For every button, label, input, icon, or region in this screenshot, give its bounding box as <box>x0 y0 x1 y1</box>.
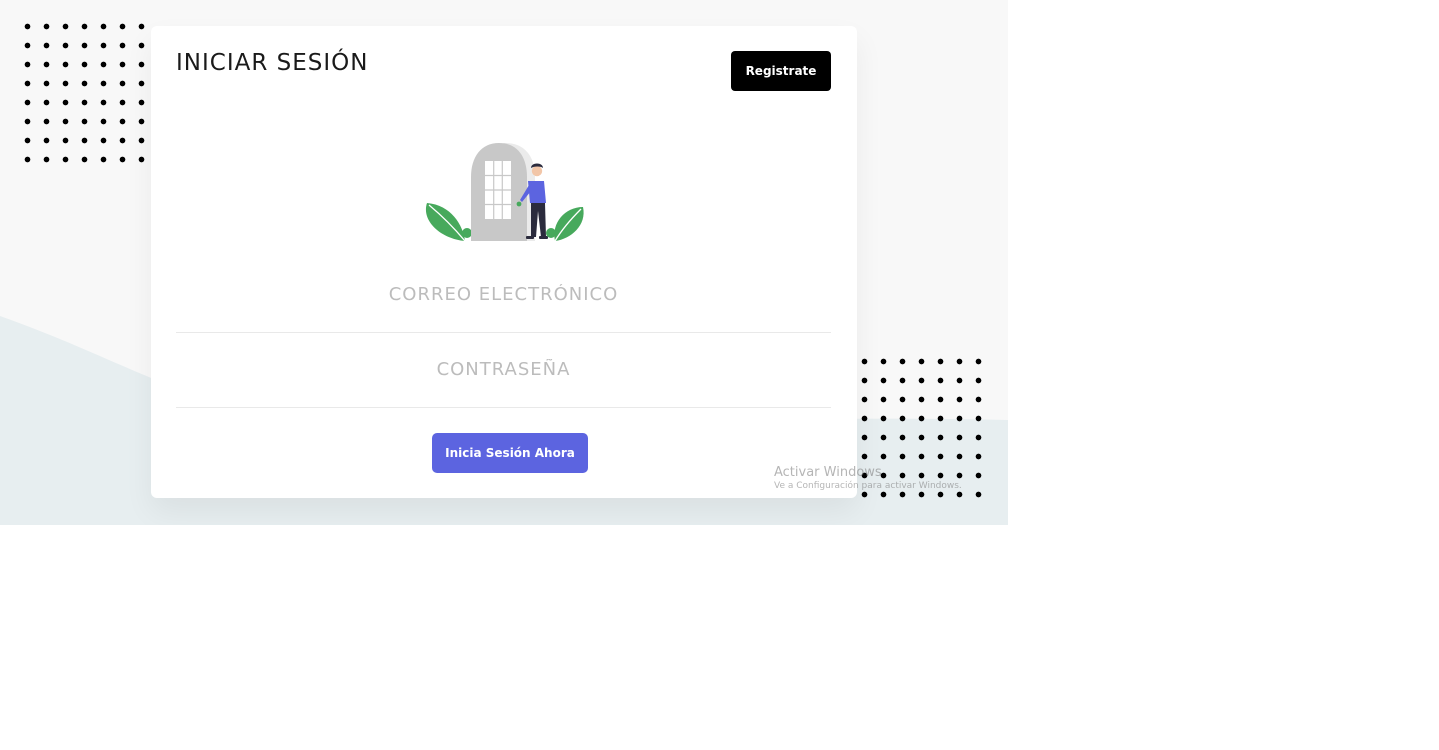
email-field-container <box>176 257 831 333</box>
watermark-title: Activar Windows <box>774 465 882 480</box>
watermark-subtitle: Ve a Configuración para activar Windows. <box>774 481 962 492</box>
dot-pattern-top-left <box>18 17 151 169</box>
windows-activation-watermark: Activar Windows Ve a Configuración para … <box>774 465 962 493</box>
register-button[interactable]: Registrate <box>731 51 831 91</box>
person-at-door-illustration <box>425 143 584 241</box>
email-field[interactable] <box>176 257 831 332</box>
password-field-container <box>176 332 831 408</box>
login-card: INICIAR SESIÓN Registrate CORREO ELECTRÓ… <box>151 26 857 498</box>
login-button[interactable]: Inicia Sesión Ahora <box>432 433 588 473</box>
page-title: INICIAR SESIÓN <box>176 50 369 76</box>
page-background: INICIAR SESIÓN Registrate CORREO ELECTRÓ… <box>0 0 1008 525</box>
password-field[interactable] <box>176 332 831 407</box>
